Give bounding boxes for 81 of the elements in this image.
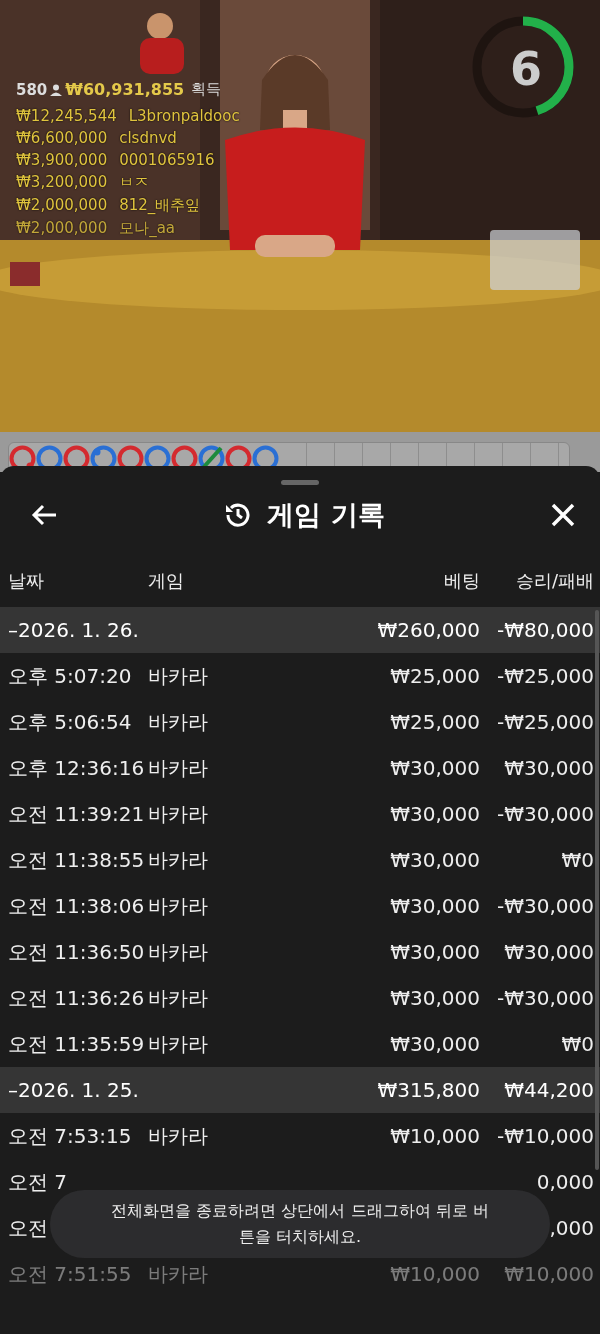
date-group-row[interactable]: –2026. 1. 25. ₩315,800 ₩44,200 — [0, 1067, 600, 1113]
game-cell-text: 바카라 — [148, 1260, 209, 1288]
column-header: 승리/패배 — [514, 569, 594, 593]
bet-cell-text: ₩30,000 — [389, 894, 480, 918]
back-button[interactable] — [30, 503, 58, 527]
time-cell-text: 오후 5:06:54 — [8, 708, 133, 736]
result-cell-text: ₩30,000 — [503, 940, 594, 964]
game-cell-text: 바카라 — [148, 846, 209, 874]
time-cell-text: 오전 11:35:59 — [8, 1030, 146, 1058]
win-amount: ₩2,000,000 — [16, 219, 108, 238]
game-cell-text: 바카라 — [148, 938, 209, 966]
result-cell-text: -₩30,000 — [496, 894, 594, 918]
bet-cell-text: ₩30,000 — [389, 986, 480, 1010]
date-group-row[interactable]: –2026. 1. 26. ₩260,000 -₩80,000 — [0, 607, 600, 653]
game-cell-text: 바카라 — [148, 1030, 209, 1058]
toast-message: 전체화면을 종료하려면 상단에서 드래그하여 뒤로 버튼을 터치하세요. — [50, 1190, 550, 1258]
bet-cell-text: ₩10,000 — [389, 1124, 480, 1148]
group-result: ₩44,200 — [503, 1078, 594, 1102]
total-winnings: ₩60,931,855 — [65, 80, 185, 99]
group-date: –2026. 1. 25. — [8, 1078, 140, 1102]
game-cell-text: 바카라 — [148, 1122, 209, 1150]
bet-cell-text: ₩25,000 — [389, 710, 480, 734]
player-count: 580 — [16, 80, 48, 99]
time-cell-text: 오전 11:36:26 — [8, 984, 146, 1012]
player-name: L3bronpaldooc — [128, 107, 240, 125]
countdown-number: 6 — [510, 46, 542, 92]
bet-cell-text: ₩30,000 — [389, 940, 480, 964]
game-cell-text: 바카라 — [148, 984, 209, 1012]
sheet-title: 게임 기록 — [267, 498, 385, 532]
time-cell-text: 오전 11:38:06 — [8, 892, 146, 920]
result-cell-text: ₩0 — [560, 1032, 594, 1056]
game-cell-text: 바카라 — [148, 754, 209, 782]
win-amount: ₩6,600,000 — [16, 129, 108, 147]
game-cell-text: 바카라 — [148, 708, 209, 736]
time-cell-text: 오전 11:36:50 — [8, 938, 146, 966]
group-date: –2026. 1. 26. — [8, 618, 140, 642]
player-name: 812_배추잎 — [119, 196, 201, 215]
result-cell-text: ₩0 — [560, 848, 594, 872]
player-name: 모나_aa — [119, 219, 176, 238]
group-bet: ₩260,000 — [376, 618, 480, 642]
result-cell-text: -₩25,000 — [496, 710, 594, 734]
close-button[interactable] — [550, 502, 576, 528]
bet-cell-text: ₩30,000 — [389, 1032, 480, 1056]
win-amount: ₩3,900,000 — [16, 151, 108, 169]
win-amount: ₩12,245,544 — [16, 107, 117, 125]
time-cell-text: 오전 11:39:21 — [8, 800, 146, 828]
time-cell-text: 오전 11:38:55 — [8, 846, 146, 874]
bet-cell-text: ₩30,000 — [389, 802, 480, 826]
bet-cell-text: ₩10,000 — [389, 1262, 480, 1286]
win-amount: ₩2,000,000 — [16, 196, 108, 215]
column-header: 게임 — [148, 569, 185, 593]
person-icon — [50, 83, 63, 96]
game-cell-text: 바카라 — [148, 662, 209, 690]
winnings-label: 획득 — [191, 80, 222, 99]
group-result: -₩80,000 — [496, 618, 594, 642]
column-header: 날짜 — [8, 569, 45, 593]
result-cell-text: -₩30,000 — [496, 986, 594, 1010]
player-name: 0001065916 — [119, 151, 215, 169]
result-cell-text: ,000 — [548, 1216, 594, 1240]
column-header: 베팅 — [443, 569, 480, 593]
player-name: ㅂㅈ — [119, 173, 150, 192]
win-amount: ₩3,200,000 — [16, 173, 108, 192]
group-bet: ₩315,800 — [376, 1078, 480, 1102]
bet-cell-text: ₩30,000 — [389, 756, 480, 780]
player-name: clsdnvd — [119, 129, 177, 147]
result-cell-text: ₩10,000 — [503, 1262, 594, 1286]
scrollbar[interactable] — [595, 610, 599, 1170]
game-cell-text: 바카라 — [148, 892, 209, 920]
result-cell-text: -₩10,000 — [496, 1124, 594, 1148]
time-cell-text: 오후 5:07:20 — [8, 662, 133, 690]
time-cell-text: 오전 — [8, 1214, 49, 1242]
bet-cell-text: ₩30,000 — [389, 848, 480, 872]
result-cell-text: -₩25,000 — [496, 664, 594, 688]
time-cell-text: 오전 7:53:15 — [8, 1122, 133, 1150]
result-cell-text: ₩30,000 — [503, 756, 594, 780]
drag-handle[interactable] — [281, 480, 319, 485]
time-cell-text: 오후 12:36:16 — [8, 754, 146, 782]
game-cell-text: 바카라 — [148, 800, 209, 828]
bet-cell-text: ₩25,000 — [389, 664, 480, 688]
time-cell-text: 오전 7:51:55 — [8, 1260, 133, 1288]
result-cell-text: -₩30,000 — [496, 802, 594, 826]
